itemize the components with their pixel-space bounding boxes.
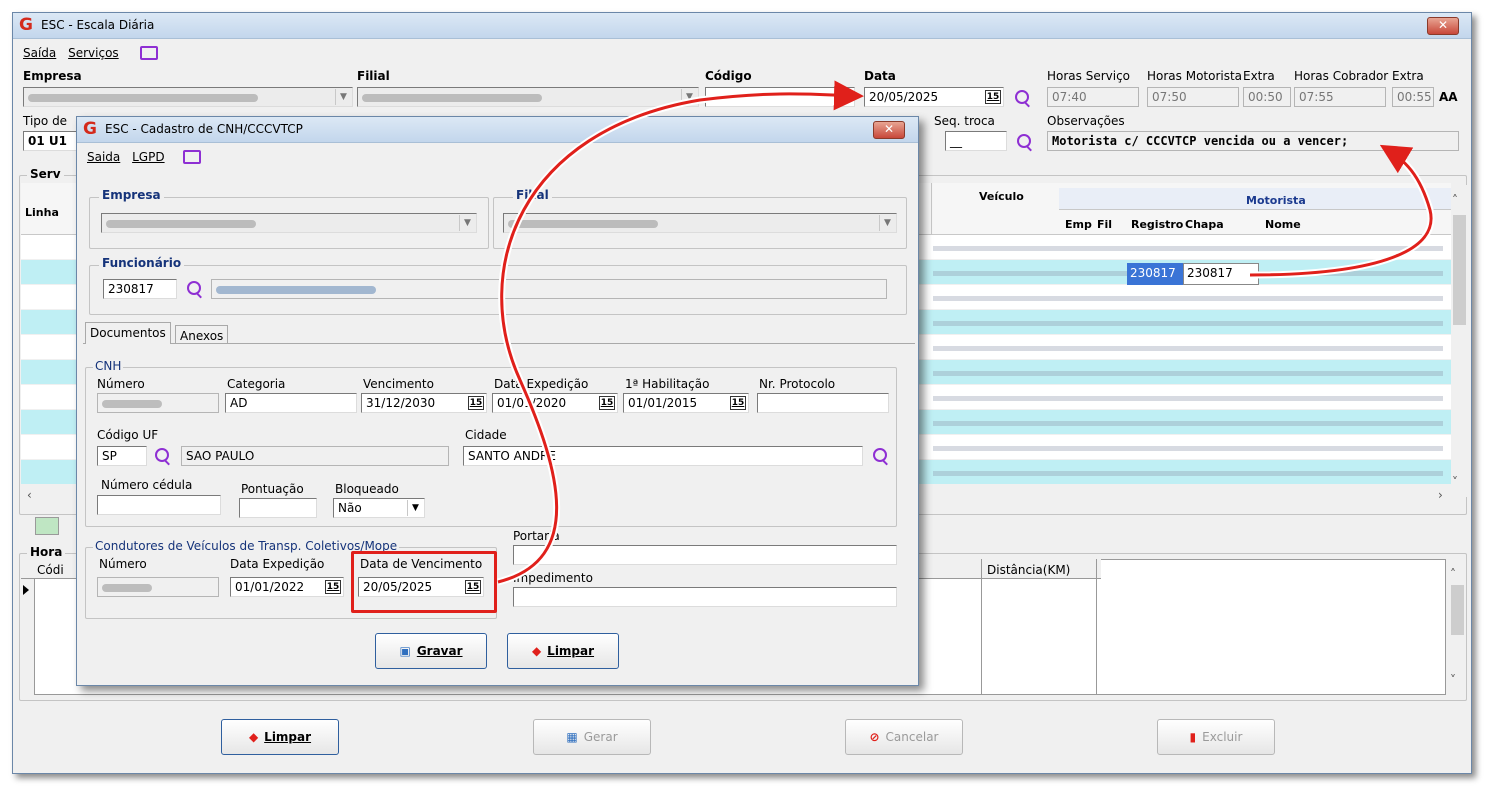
arrow-to-data-field [497, 90, 859, 586]
arrow-to-observacoes [1249, 144, 1435, 279]
annotation-arrows [497, 80, 1435, 586]
